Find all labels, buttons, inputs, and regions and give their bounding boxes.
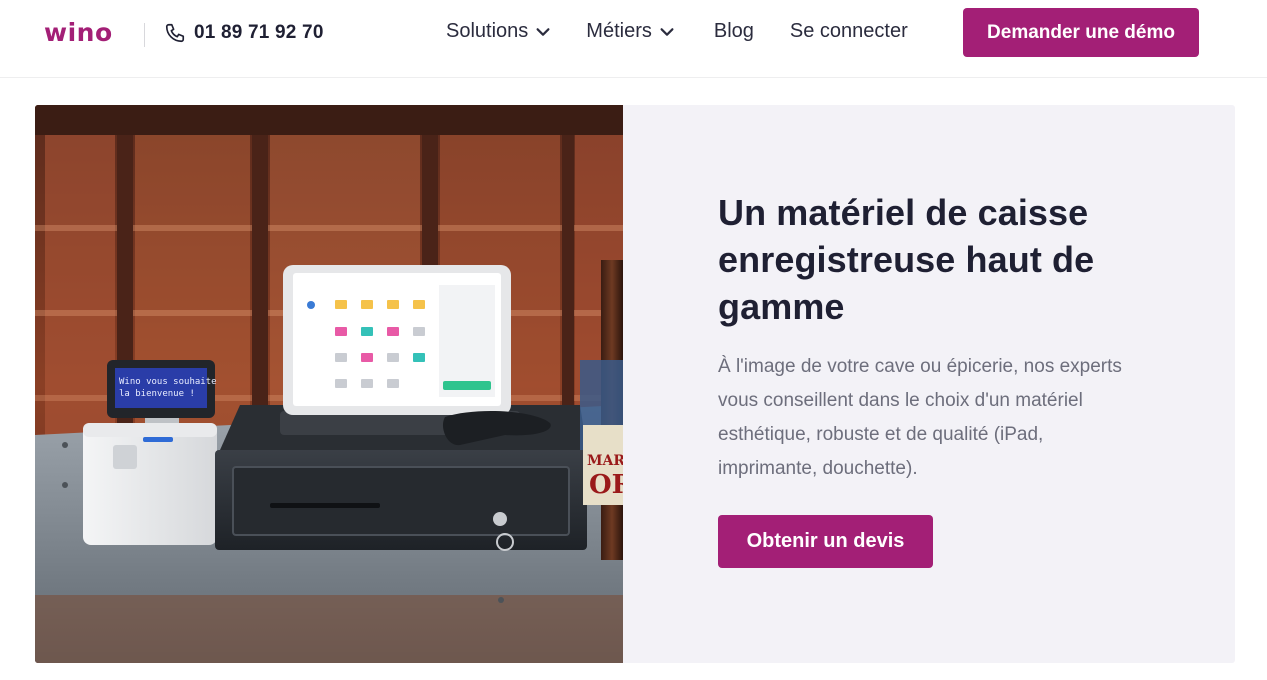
nav-login[interactable]: Se connecter [790,20,908,43]
phone-icon [165,23,185,43]
hero-photo: Wino vous souhaite la bienvenue ! MAR OR [35,105,623,663]
get-quote-button[interactable]: Obtenir un devis [718,515,933,568]
chevron-down-icon [660,27,674,36]
nav-metiers-label: Métiers [586,20,652,42]
hero-title: Un matériel de caisse enregistreuse haut… [718,192,1095,327]
nav-blog[interactable]: Blog [714,20,754,43]
svg-text:la bienvenue !: la bienvenue ! [119,389,195,399]
header-divider [144,23,145,47]
hero-description: À l'image de votre cave ou épicerie, nos… [718,356,1122,479]
nav-solutions[interactable]: Solutions [446,20,552,43]
site-header: wino 01 89 71 92 70 Solutions Métiers Bl… [0,0,1267,78]
chevron-down-icon [536,27,550,36]
hero-content: Un matériel de caisse enregistreuse haut… [718,189,1138,568]
customer-display-text: Wino vous souhaite [119,377,217,387]
request-demo-button[interactable]: Demander une démo [963,8,1199,57]
hero-section: Wino vous souhaite la bienvenue ! MAR OR… [35,105,1235,663]
nav-solutions-label: Solutions [446,20,529,42]
svg-text:MARO: MARO [587,453,623,469]
phone-link[interactable]: 01 89 71 92 70 [164,22,324,44]
main-nav: Solutions Métiers Blog Se connecter [446,20,908,43]
nav-metiers[interactable]: Métiers [586,20,676,43]
pos-hardware-photo: Wino vous souhaite la bienvenue ! MAR OR [35,105,623,663]
phone-number: 01 89 71 92 70 [194,22,324,43]
svg-text:ORA: ORA [589,470,623,500]
wino-logo[interactable]: wino [44,18,113,47]
